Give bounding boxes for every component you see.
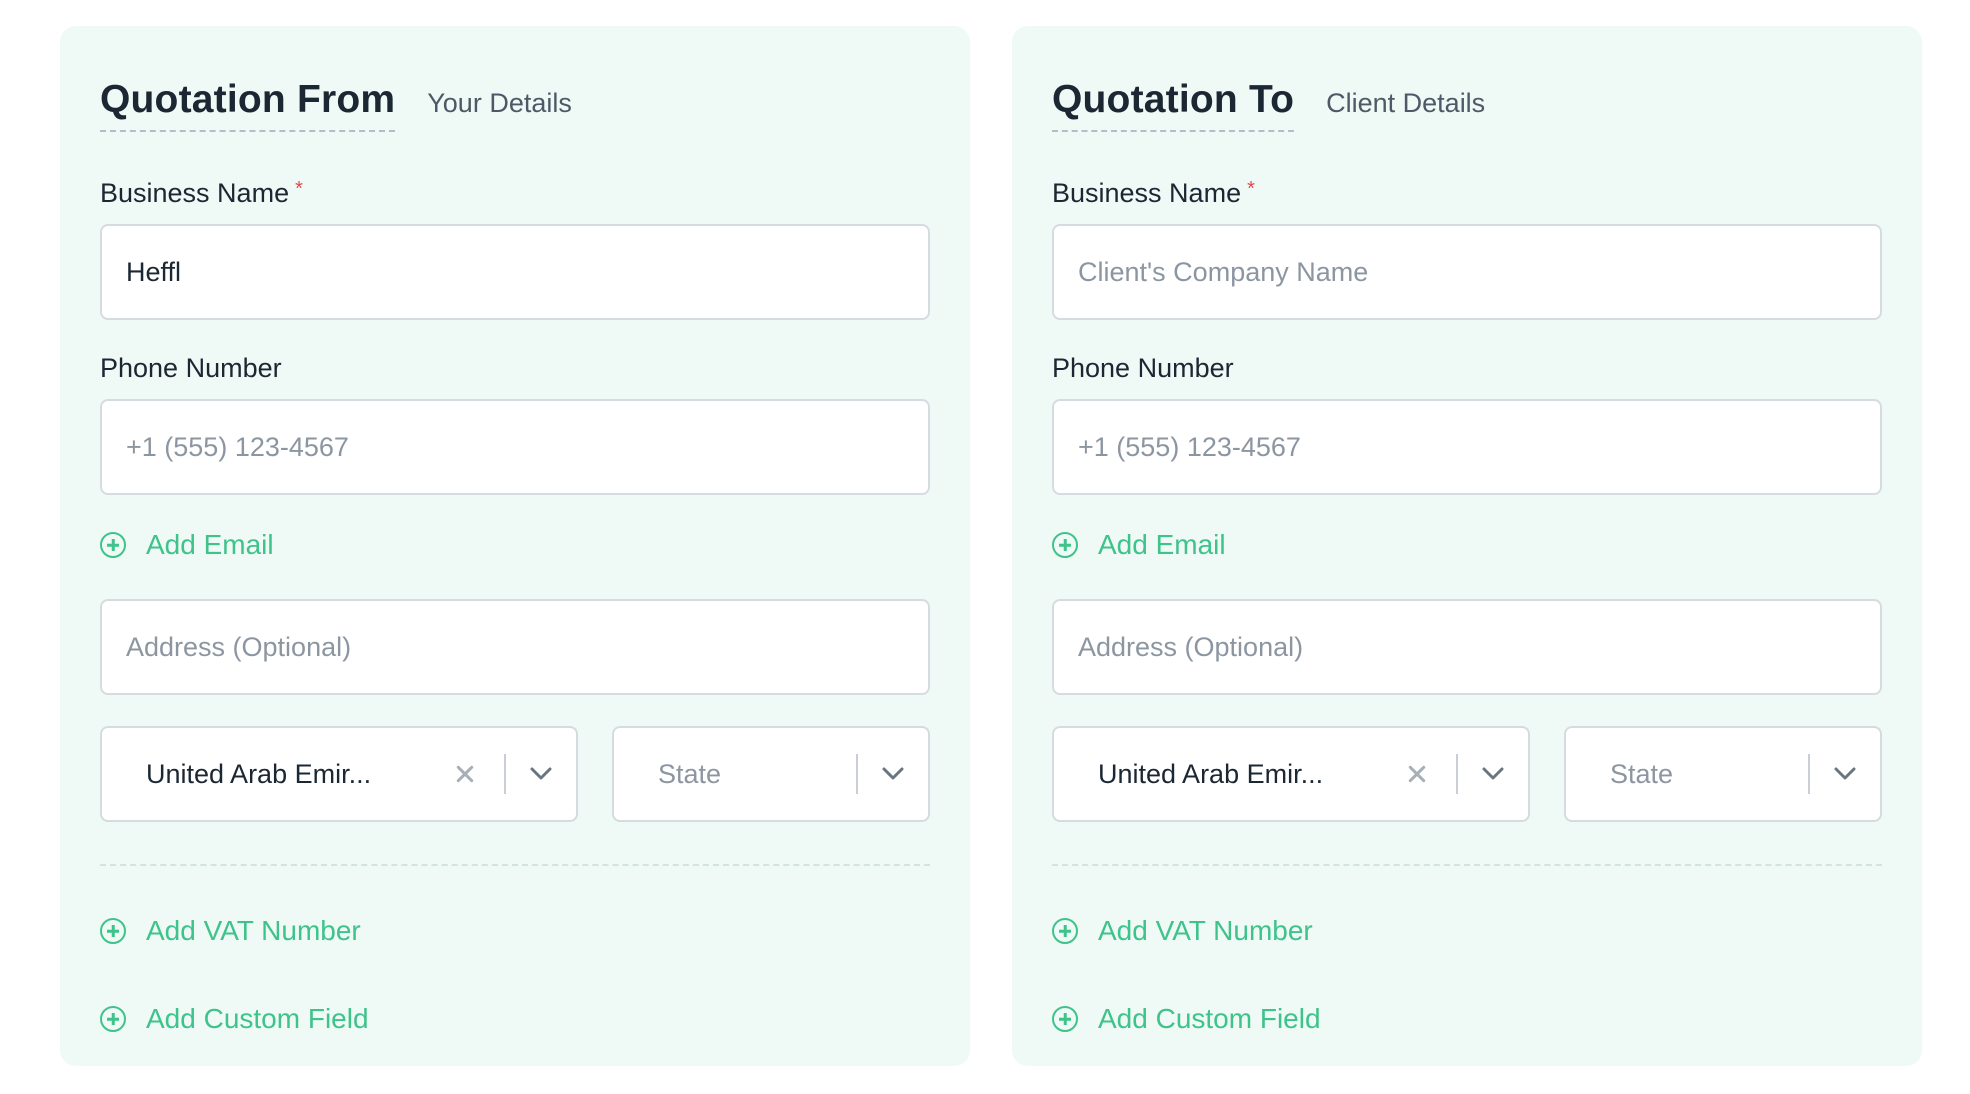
address-placeholder: Address (Optional): [1078, 631, 1304, 662]
section-divider: [1052, 864, 1882, 866]
client-business-name-input[interactable]: Client's Company Name: [1052, 224, 1882, 320]
card-subtitle: Your Details: [427, 88, 572, 118]
tab-quotation-to[interactable]: Quotation To: [1052, 78, 1295, 132]
add-vat-number-label: Add VAT Number: [1098, 915, 1313, 946]
add-custom-field-button[interactable]: Add Custom Field: [1052, 1003, 1321, 1035]
country-select[interactable]: United Arab Emir...: [1052, 726, 1530, 822]
business-name-input[interactable]: Heffl: [100, 224, 930, 320]
chevron-down-icon[interactable]: [858, 754, 928, 794]
client-business-name-placeholder: Client's Company Name: [1078, 256, 1369, 287]
plus-circle-icon: [100, 532, 126, 558]
plus-circle-icon: [1052, 1006, 1078, 1032]
required-mark: *: [1247, 178, 1255, 200]
quotation-parties: Quotation From Your Details Business Nam…: [0, 0, 1970, 1094]
card-header: Quotation From Your Details: [100, 78, 572, 132]
phone-number-label: Phone Number: [1052, 353, 1234, 383]
state-placeholder: State: [658, 758, 722, 789]
business-name-value: Heffl: [126, 256, 182, 287]
business-name-label-text: Business Name: [100, 178, 290, 208]
quotation-from-card: Quotation From Your Details Business Nam…: [60, 26, 970, 1066]
plus-circle-icon: [1052, 918, 1078, 944]
phone-number-label: Phone Number: [100, 353, 282, 383]
add-email-label: Add Email: [146, 529, 274, 560]
plus-circle-icon: [100, 1006, 126, 1032]
country-select[interactable]: United Arab Emir...: [100, 726, 578, 822]
state-placeholder: State: [1610, 758, 1674, 789]
plus-circle-icon: [100, 918, 126, 944]
phone-number-placeholder: +1 (555) 123-4567: [126, 431, 349, 462]
add-custom-field-label: Add Custom Field: [1098, 1003, 1321, 1034]
country-value: United Arab Emir...: [1098, 758, 1324, 789]
card-header: Quotation To Client Details: [1052, 78, 1485, 132]
add-vat-number-label: Add VAT Number: [146, 915, 361, 946]
client-phone-number-input[interactable]: +1 (555) 123-4567: [1052, 399, 1882, 495]
tab-quotation-from[interactable]: Quotation From: [100, 78, 396, 132]
state-select[interactable]: State: [612, 726, 930, 822]
add-vat-number-button[interactable]: Add VAT Number: [100, 915, 361, 947]
add-email-button[interactable]: Add Email: [1052, 529, 1226, 561]
chevron-down-icon[interactable]: [506, 754, 576, 794]
address-input[interactable]: Address (Optional): [100, 599, 930, 695]
quotation-to-card: Quotation To Client Details Business Nam…: [1012, 26, 1922, 1066]
phone-number-placeholder: +1 (555) 123-4567: [1078, 431, 1301, 462]
chevron-down-icon[interactable]: [1810, 754, 1880, 794]
business-name-label: Business Name *: [100, 178, 303, 209]
close-icon[interactable]: [1402, 759, 1432, 789]
chevron-down-icon[interactable]: [1458, 754, 1528, 794]
country-value: United Arab Emir...: [146, 758, 372, 789]
section-divider: [100, 864, 930, 866]
address-placeholder: Address (Optional): [126, 631, 352, 662]
card-subtitle: Client Details: [1326, 88, 1486, 118]
add-custom-field-button[interactable]: Add Custom Field: [100, 1003, 369, 1035]
business-name-label: Business Name *: [1052, 178, 1255, 209]
client-address-input[interactable]: Address (Optional): [1052, 599, 1882, 695]
add-email-button[interactable]: Add Email: [100, 529, 274, 561]
add-vat-number-button[interactable]: Add VAT Number: [1052, 915, 1313, 947]
add-email-label: Add Email: [1098, 529, 1226, 560]
phone-number-input[interactable]: +1 (555) 123-4567: [100, 399, 930, 495]
close-icon[interactable]: [450, 759, 480, 789]
state-select[interactable]: State: [1564, 726, 1882, 822]
plus-circle-icon: [1052, 532, 1078, 558]
add-custom-field-label: Add Custom Field: [146, 1003, 369, 1034]
required-mark: *: [295, 178, 303, 200]
business-name-label-text: Business Name: [1052, 178, 1242, 208]
